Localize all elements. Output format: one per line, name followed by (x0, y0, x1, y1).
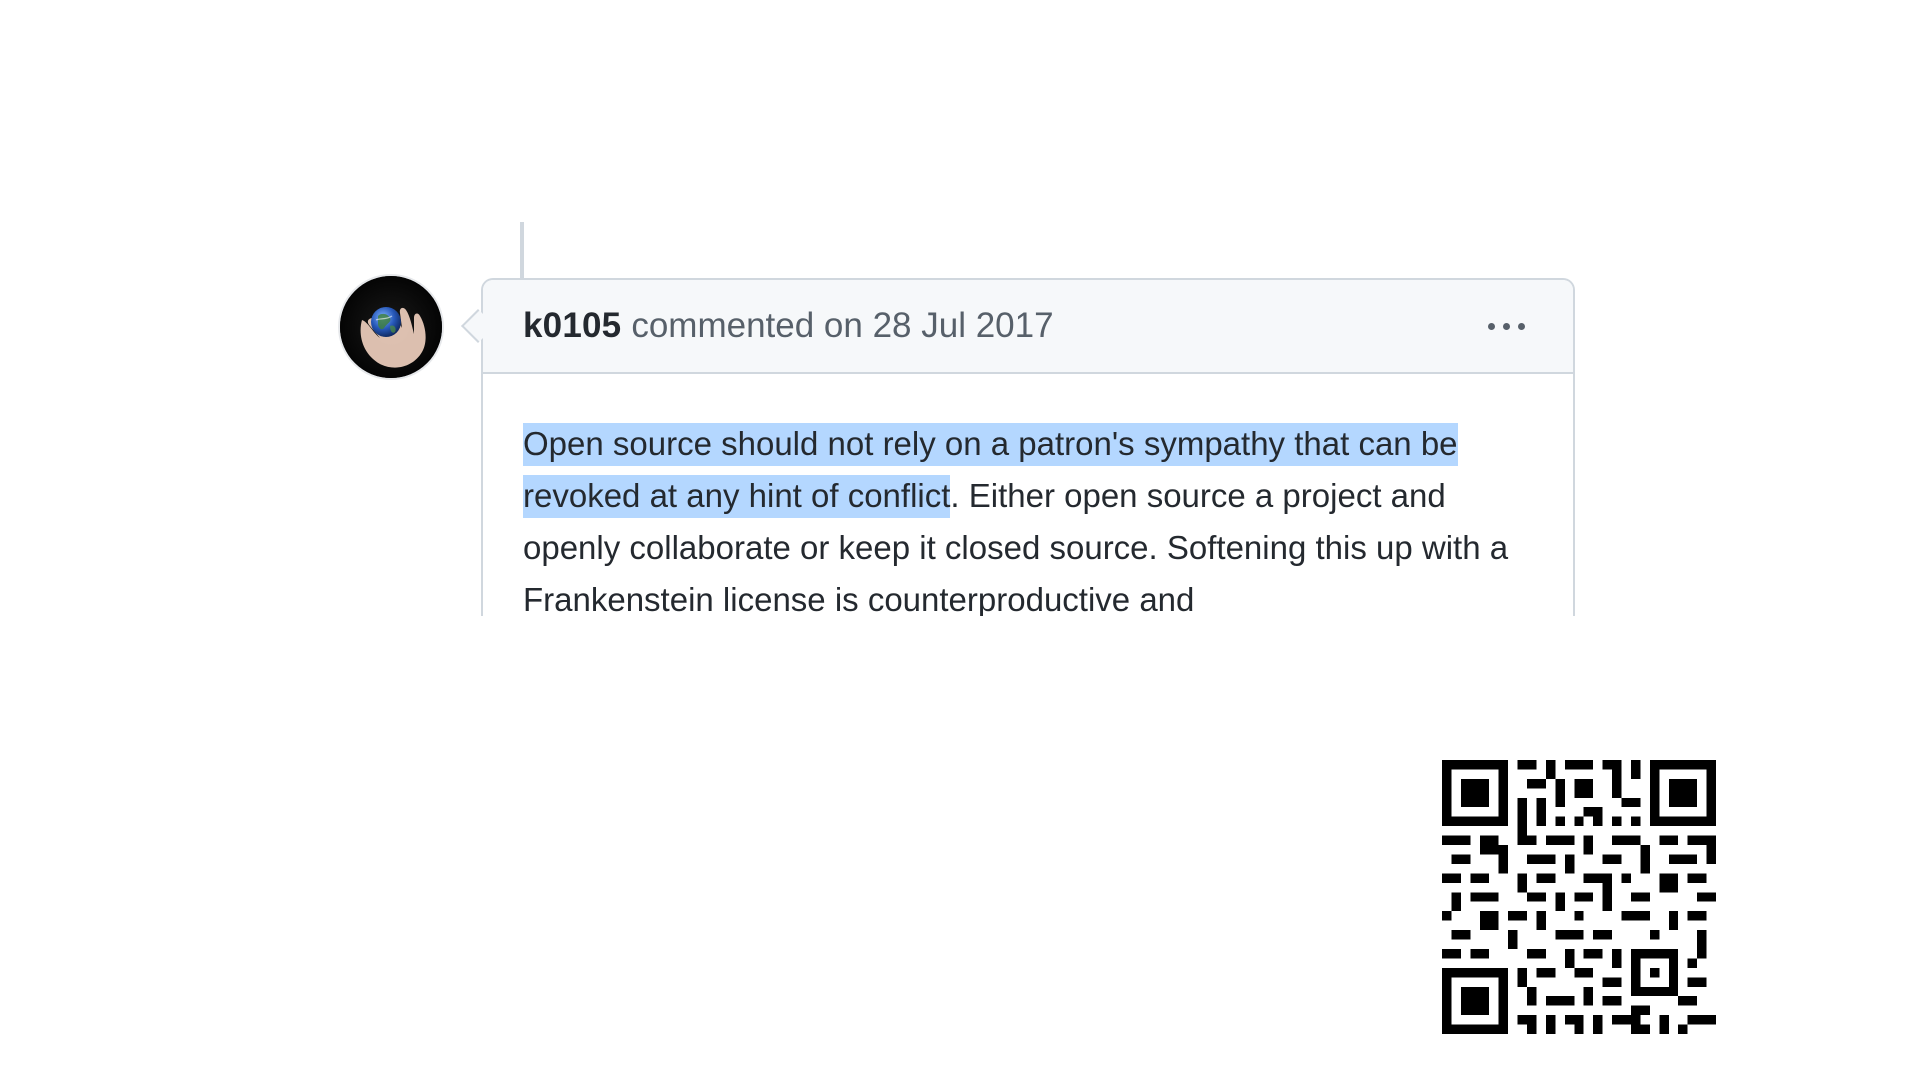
comment-body: Open source should not rely on a patron'… (483, 374, 1573, 616)
earth-in-hand-avatar (340, 276, 442, 378)
dot (1518, 322, 1525, 330)
page: k0105 commented on 28 Jul 2017 Open sour… (0, 0, 1920, 1080)
comment-box: k0105 commented on 28 Jul 2017 Open sour… (481, 278, 1575, 616)
comment-header: k0105 commented on 28 Jul 2017 (483, 280, 1573, 374)
qr-code (1442, 760, 1716, 1034)
dot (1503, 322, 1510, 330)
comment-timestamp[interactable]: commented on 28 Jul 2017 (631, 306, 1053, 346)
avatar[interactable] (340, 276, 442, 378)
timeline-connector (520, 222, 524, 280)
comment-author[interactable]: k0105 (523, 306, 621, 346)
kebab-horizontal-icon[interactable] (1484, 313, 1529, 340)
dot (1488, 322, 1495, 330)
